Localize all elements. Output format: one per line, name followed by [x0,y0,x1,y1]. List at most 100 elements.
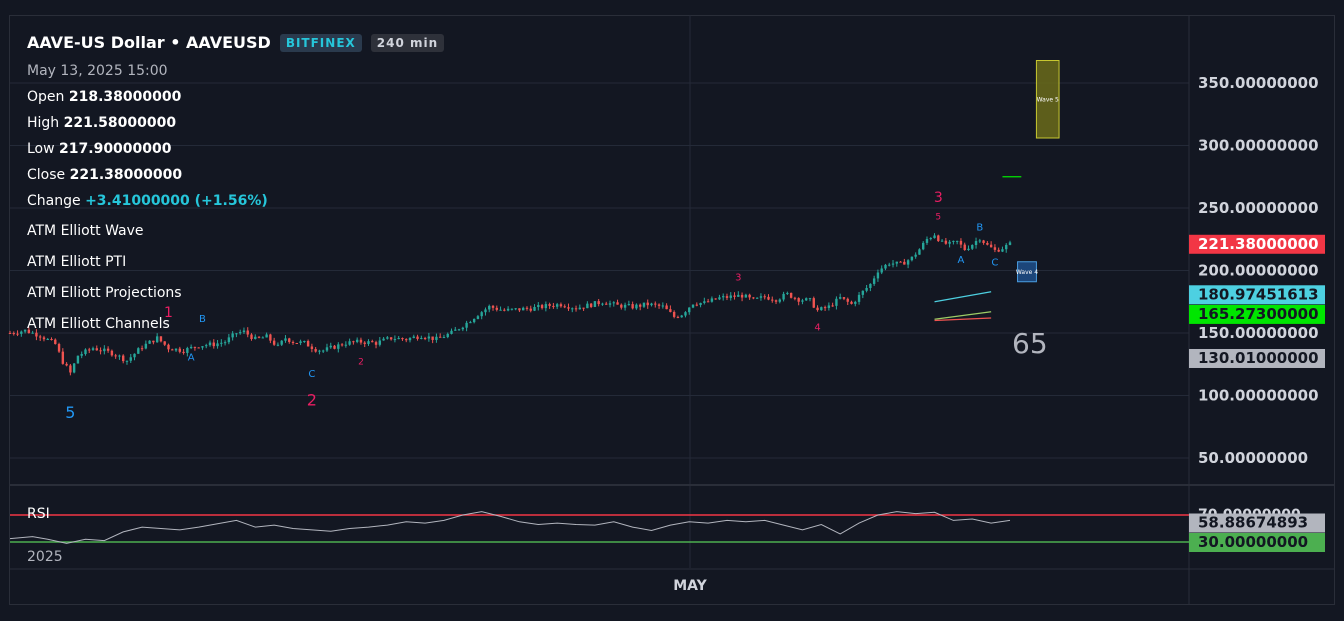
symbol-title[interactable]: AAVE-US Dollar • AAVEUSD [27,35,271,51]
indicator-elliott-wave[interactable]: ATM Elliott Wave [27,216,444,247]
candle-body [657,304,661,306]
price-tick-label: 300.00000000 [1198,137,1319,155]
candle-body [586,303,589,309]
wave-label: C [308,369,315,380]
candle-body [789,292,793,298]
candle-body [850,301,853,304]
candle-body [333,345,336,349]
candle-body [510,308,514,310]
candle-body [589,303,593,307]
candle-body [23,329,27,332]
candle-body [688,307,691,313]
candle-body [144,343,148,349]
candle-body [529,308,532,311]
candle-body [778,299,782,302]
candle-body [8,333,12,334]
candle-body [1008,242,1012,245]
candle-body [355,339,359,342]
indicator-elliott-projections[interactable]: ATM Elliott Projections [27,278,444,309]
candle-body [876,272,880,279]
candle-body [880,268,883,273]
candle-body [740,294,744,298]
candle-body [352,341,355,343]
candle-body [91,348,95,350]
candle-body [808,298,812,300]
indicator-elliott-pti[interactable]: ATM Elliott PTI [27,247,444,278]
candle-body [178,348,182,352]
interval-badge[interactable]: 240 min [370,34,445,52]
candle-body [691,304,695,308]
candle-body [61,351,65,364]
candle-body [189,346,193,349]
candle-body [989,244,993,248]
candle-body [76,355,80,364]
close-label: Close [27,167,66,183]
year-label: 2025 [27,549,63,565]
low-value: 217.90000000 [59,141,172,157]
exchange-badge: BITFINEX [279,34,362,52]
candle-body [650,303,653,306]
candle-body [329,345,332,348]
candle-body [99,350,102,352]
candle-body [499,309,502,311]
candle-body [922,242,925,250]
candle-body [310,346,314,350]
candle-body [805,298,808,301]
candle-body [816,307,819,311]
wave-count-number: 65 [1012,327,1048,360]
candle-body [831,305,834,307]
low-row: Low 217.90000000 [27,142,444,158]
candle-body [106,348,110,351]
candle-body [208,342,212,346]
candle-body [710,298,714,302]
candle-body [899,261,902,263]
candle-body [786,292,789,294]
wave-label: 2 [358,357,364,367]
candle-body [299,341,302,344]
high-row: High 221.58000000 [27,116,444,132]
legend: AAVE-US Dollar • AAVEUSD BITFINEX 240 mi… [27,30,445,340]
candle-body [948,241,951,244]
candle-body [103,348,106,352]
candle-body [582,307,585,309]
candle-body [205,345,208,347]
candle-body [152,340,155,343]
candle-body [450,330,453,334]
candle-body [695,304,698,306]
wave-label: 5 [935,212,941,222]
candle-body [167,344,170,350]
candle-body [472,318,476,323]
candle-body [272,340,276,345]
candle-body [110,350,114,356]
candle-body [469,322,472,324]
projections: Wave 5 Wave 4 [934,60,1060,322]
candle-body [638,304,642,307]
candle-body [12,333,15,335]
candle-body [755,297,759,299]
candle-body [744,294,748,298]
candle-body [774,300,778,302]
rsi-label[interactable]: RSI [27,506,50,522]
candle-body [865,287,868,291]
rsi-line [9,511,1011,544]
candle-body [322,350,325,352]
price-badge-label: 180.97451613 [1198,285,1319,303]
candle-body [963,244,966,251]
candle-body [718,297,721,300]
candle-body [725,296,729,298]
price-badge-label: 221.38000000 [1198,235,1319,253]
month-label: MAY [673,578,707,594]
candle-body [635,304,638,309]
candle-body [212,342,215,347]
candle-body [537,305,540,307]
candle-body [567,307,570,309]
candle-body [378,340,382,345]
candle-body [801,300,804,302]
candle-body [895,261,898,264]
candle-body [971,244,974,249]
candle-body [506,308,510,311]
candle-body [69,365,72,373]
indicator-elliott-channels[interactable]: ATM Elliott Channels [27,309,444,340]
candle-body [544,304,548,309]
candle-body [171,349,174,351]
